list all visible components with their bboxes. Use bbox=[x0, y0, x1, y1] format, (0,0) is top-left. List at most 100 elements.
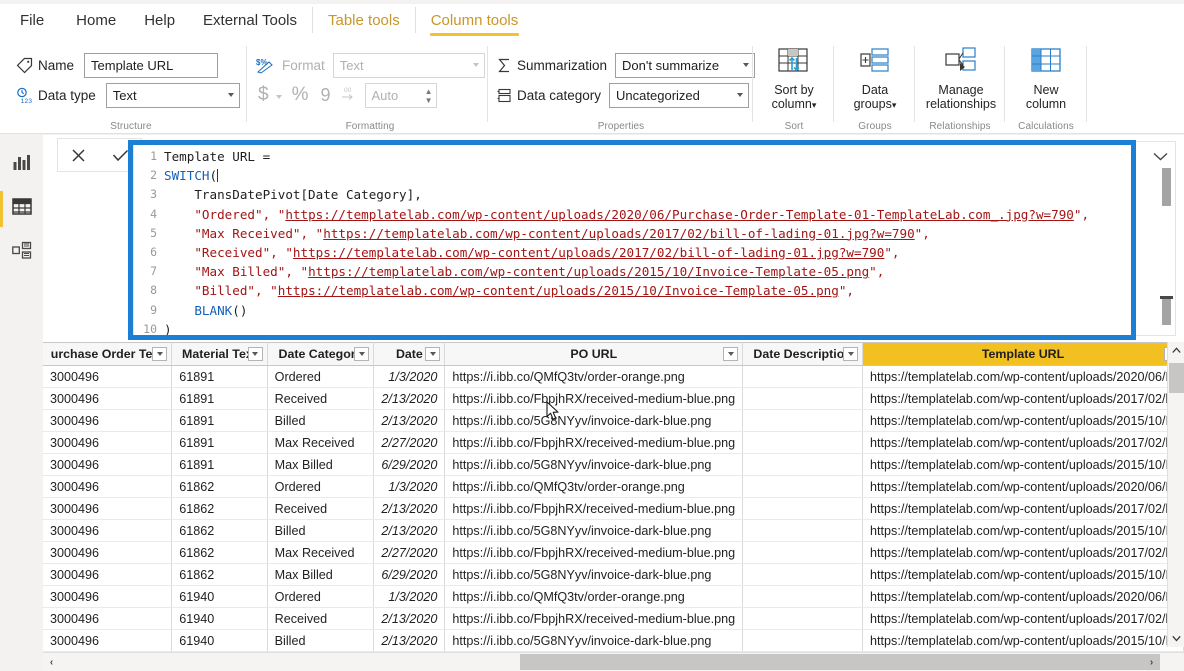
table-row[interactable]: 3000496 61862 Received 2/13/2020 https://i.i… bbox=[43, 497, 1184, 520]
cell-po_url[interactable]: https://i.ibb.co/5G8NYyv/invoice-dark-bl… bbox=[444, 453, 744, 476]
cell-material_text[interactable]: 61891 bbox=[171, 387, 268, 410]
cell-date[interactable]: 1/3/2020 bbox=[373, 475, 446, 498]
table-row[interactable]: 3000496 61862 Ordered 1/3/2020 https://i.ibb… bbox=[43, 475, 1184, 498]
summarization-dropdown[interactable]: Don't summarize bbox=[615, 52, 756, 78]
column-filter-dropdown-po_text[interactable] bbox=[152, 347, 168, 361]
cell-date_description[interactable] bbox=[742, 607, 864, 630]
chevron-down-icon[interactable] bbox=[275, 94, 282, 99]
cell-template_url[interactable]: https://templatelab.com/wp-content/uploa… bbox=[862, 607, 1184, 630]
tab-help[interactable]: Help bbox=[130, 2, 189, 38]
column-header-po_text[interactable]: urchase Order Text bbox=[43, 342, 173, 366]
column-filter-dropdown-date_description[interactable] bbox=[843, 347, 859, 361]
cell-po_text[interactable]: 3000496 bbox=[43, 365, 173, 388]
cell-template_url[interactable]: https://templatelab.com/wp-content/uploa… bbox=[862, 409, 1184, 432]
table-row[interactable]: 3000496 61940 Ordered 1/3/2020 https://i.ibb… bbox=[43, 585, 1184, 608]
data-type-dropdown[interactable]: Text bbox=[105, 82, 240, 108]
decimal-places-spinner[interactable]: Auto ▲ ▼ bbox=[364, 82, 437, 108]
cell-date_category[interactable]: Received bbox=[267, 387, 375, 410]
cell-material_text[interactable]: 61862 bbox=[171, 497, 268, 520]
dax-code-line[interactable]: 6 "Received", "https://templatelab.com/w… bbox=[134, 242, 1175, 263]
cell-po_text[interactable]: 3000496 bbox=[43, 629, 173, 652]
table-row[interactable]: 3000496 61891 Billed 2/13/2020 https://i.ibb… bbox=[43, 409, 1184, 432]
decimal-places-icon[interactable]: 00 bbox=[341, 85, 359, 105]
cell-po_url[interactable]: https://i.ibb.co/5G8NYyv/invoice-dark-bl… bbox=[444, 629, 744, 652]
cell-po_text[interactable]: 3000496 bbox=[43, 431, 173, 454]
cell-date[interactable]: 1/3/2020 bbox=[373, 365, 446, 388]
tab-external-tools[interactable]: External Tools bbox=[189, 2, 311, 38]
cell-material_text[interactable]: 61940 bbox=[171, 607, 268, 630]
scroll-up-arrow-icon[interactable] bbox=[1168, 342, 1184, 359]
dax-code-line[interactable]: 1 Template URL = bbox=[134, 147, 1175, 167]
cell-date_description[interactable] bbox=[742, 453, 864, 476]
column-header-material_text[interactable]: Material Text bbox=[171, 342, 268, 366]
cell-po_url[interactable]: https://i.ibb.co/FbpjhRX/received-medium… bbox=[444, 431, 744, 454]
cell-po_url[interactable]: https://i.ibb.co/QMfQ3tv/order-orange.pn… bbox=[444, 475, 744, 498]
thousands-separator-icon[interactable]: 9 bbox=[320, 85, 330, 106]
cell-template_url[interactable]: https://templatelab.com/wp-content/uploa… bbox=[862, 629, 1184, 652]
scroll-right-arrow-icon[interactable]: › bbox=[1143, 653, 1160, 671]
column-header-date[interactable]: Date bbox=[373, 342, 446, 366]
column-header-po_url[interactable]: PO URL bbox=[444, 342, 744, 366]
cell-date[interactable]: 6/29/2020 bbox=[373, 563, 446, 586]
cell-po_url[interactable]: https://i.ibb.co/5G8NYyv/invoice-dark-bl… bbox=[444, 409, 744, 432]
cell-po_text[interactable]: 3000496 bbox=[43, 541, 173, 564]
cell-date_category[interactable]: Billed bbox=[267, 519, 375, 542]
cell-date_category[interactable]: Max Received bbox=[267, 431, 375, 454]
data-groups-button[interactable]: Data groups▾ bbox=[837, 44, 913, 118]
new-column-button[interactable]: New column bbox=[1008, 44, 1084, 118]
table-row[interactable]: 3000496 61940 Billed 2/13/2020 https://i.ibb… bbox=[43, 629, 1184, 652]
column-header-date_category[interactable]: Date Category bbox=[267, 342, 375, 366]
table-horizontal-scrollbar[interactable]: ‹ › bbox=[43, 652, 1184, 671]
cell-date_description[interactable] bbox=[742, 497, 864, 520]
cell-date[interactable]: 2/13/2020 bbox=[373, 409, 446, 432]
cancel-formula-button[interactable] bbox=[62, 140, 96, 170]
table-row[interactable]: 3000496 61891 Max Received 2/27/2020 https:/… bbox=[43, 431, 1184, 454]
cell-date_category[interactable]: Billed bbox=[267, 409, 375, 432]
expand-formula-bar-button[interactable] bbox=[1149, 148, 1171, 164]
cell-date_category[interactable]: Ordered bbox=[267, 475, 375, 498]
cell-po_text[interactable]: 3000496 bbox=[43, 519, 173, 542]
cell-date_description[interactable] bbox=[742, 563, 864, 586]
cell-po_text[interactable]: 3000496 bbox=[43, 607, 173, 630]
column-filter-dropdown-material_text[interactable] bbox=[247, 347, 263, 361]
column-name-input[interactable]: Template URL bbox=[84, 52, 219, 78]
column-filter-dropdown-date[interactable] bbox=[425, 347, 441, 361]
cell-po_url[interactable]: https://i.ibb.co/5G8NYyv/invoice-dark-bl… bbox=[444, 519, 744, 542]
cell-template_url[interactable]: https://templatelab.com/wp-content/uploa… bbox=[862, 519, 1184, 542]
cell-date_description[interactable] bbox=[742, 387, 864, 410]
dax-code-line[interactable]: 4 "Ordered", "https://templatelab.com/wp… bbox=[134, 204, 1175, 224]
scrollbar-thumb[interactable] bbox=[520, 654, 1160, 670]
cell-po_text[interactable]: 3000496 bbox=[43, 585, 173, 608]
cell-material_text[interactable]: 61862 bbox=[171, 519, 268, 542]
cell-date_category[interactable]: Ordered bbox=[267, 585, 375, 608]
tab-home[interactable]: Home bbox=[62, 2, 130, 38]
cell-date_description[interactable] bbox=[742, 629, 864, 652]
cell-material_text[interactable]: 61940 bbox=[171, 629, 268, 652]
cell-po_url[interactable]: https://i.ibb.co/QMfQ3tv/order-orange.pn… bbox=[444, 365, 744, 388]
dax-code-line[interactable]: 9 BLANK() bbox=[134, 300, 1175, 320]
cell-po_text[interactable]: 3000496 bbox=[43, 563, 173, 586]
dax-code-line[interactable]: 2 SWITCH( bbox=[134, 166, 1175, 186]
cell-po_text[interactable]: 3000496 bbox=[43, 475, 173, 498]
sidebar-item-report-view[interactable] bbox=[0, 143, 43, 187]
cell-date[interactable]: 2/13/2020 bbox=[373, 497, 446, 520]
cell-po_url[interactable]: https://i.ibb.co/FbpjhRX/received-medium… bbox=[444, 541, 744, 564]
cell-date_description[interactable] bbox=[742, 585, 864, 608]
cell-template_url[interactable]: https://templatelab.com/wp-content/uploa… bbox=[862, 431, 1184, 454]
table-row[interactable]: 3000496 61891 Ordered 1/3/2020 https://i.ibb… bbox=[43, 365, 1184, 388]
dax-code-lines[interactable]: 1 Template URL = 2 SWITCH(3 TransDatePivot[… bbox=[134, 147, 1175, 335]
cell-date_category[interactable]: Max Billed bbox=[267, 453, 375, 476]
cell-date_description[interactable] bbox=[742, 541, 864, 564]
cell-date_category[interactable]: Billed bbox=[267, 629, 375, 652]
cell-template_url[interactable]: https://templatelab.com/wp-content/uploa… bbox=[862, 387, 1184, 410]
scrollbar-thumb-lower[interactable] bbox=[1162, 299, 1171, 325]
cell-template_url[interactable]: https://templatelab.com/wp-content/uploa… bbox=[862, 475, 1184, 498]
table-vertical-scrollbar[interactable] bbox=[1167, 342, 1184, 647]
cell-material_text[interactable]: 61940 bbox=[171, 585, 268, 608]
cell-date_description[interactable] bbox=[742, 475, 864, 498]
column-header-template_url[interactable]: Template URL bbox=[862, 342, 1184, 366]
dax-code-line[interactable]: 10) bbox=[134, 319, 1175, 335]
cell-material_text[interactable]: 61862 bbox=[171, 563, 268, 586]
cell-material_text[interactable]: 61891 bbox=[171, 431, 268, 454]
scrollbar-track[interactable] bbox=[1168, 359, 1184, 630]
